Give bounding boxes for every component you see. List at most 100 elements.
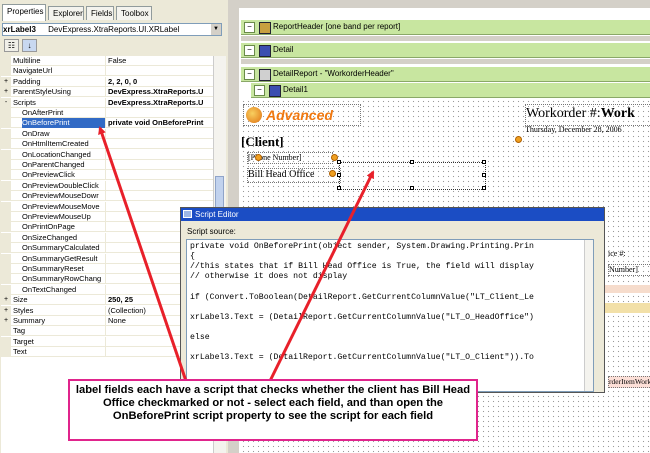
property-name: OnTextChanged bbox=[22, 284, 77, 294]
property-value[interactable] bbox=[105, 160, 213, 170]
expand-icon[interactable]: + bbox=[1, 305, 11, 316]
report-header-band[interactable]: − ReportHeader [one band per report] bbox=[241, 20, 650, 35]
code-line: //this states that if Bill Head Office i… bbox=[190, 262, 534, 272]
resize-handle[interactable] bbox=[482, 186, 486, 190]
property-name: Styles bbox=[13, 305, 34, 315]
property-value[interactable] bbox=[105, 149, 213, 160]
collapse-icon[interactable]: − bbox=[254, 85, 265, 96]
script-orb-icon bbox=[329, 170, 336, 177]
tab-explorer[interactable]: Explorer bbox=[48, 6, 84, 20]
categorized-icon[interactable]: ☷ bbox=[4, 39, 19, 52]
property-row-onbeforeprint[interactable]: OnBeforePrint private void OnBeforePrint bbox=[1, 118, 213, 129]
tab-toolbox[interactable]: Toolbox bbox=[116, 6, 152, 20]
property-name: Target bbox=[13, 336, 34, 346]
property-value[interactable]: DevExpress.XtraReports.U bbox=[105, 97, 213, 108]
property-row-parentstyleusing[interactable]: + ParentStyleUsing DevExpress.XtraReports.… bbox=[1, 87, 213, 98]
expand-icon[interactable]: + bbox=[1, 76, 11, 87]
resize-handle[interactable] bbox=[410, 160, 414, 164]
expand-icon[interactable]: + bbox=[1, 316, 11, 326]
dropdown-arrow-icon[interactable]: ▼ bbox=[211, 24, 221, 35]
resize-handle[interactable] bbox=[482, 173, 486, 177]
property-row-scripts[interactable]: - Scripts DevExpress.XtraReports.U bbox=[1, 97, 213, 108]
tab-fields[interactable]: Fields bbox=[86, 6, 114, 20]
expand-icon[interactable]: + bbox=[1, 295, 11, 306]
script-editor-title: Script Editor bbox=[195, 210, 239, 219]
property-row-ondraw[interactable]: OnDraw bbox=[1, 128, 213, 139]
detail-report-band[interactable]: − DetailReport - "WorkorderHeader" bbox=[241, 67, 650, 82]
property-row-padding[interactable]: + Padding 2, 2, 0, 0 bbox=[1, 76, 213, 87]
property-name: OnSizeChanged bbox=[22, 232, 78, 242]
logo-field[interactable]: Advanced bbox=[243, 104, 361, 126]
code-line: xrLabel3.Text = (DetailReport.GetCurrent… bbox=[190, 353, 534, 363]
row-gutter bbox=[1, 284, 11, 295]
property-name: Tag bbox=[13, 326, 26, 336]
property-name: OnPrintOnPage bbox=[22, 222, 75, 232]
row-gutter bbox=[1, 253, 11, 264]
property-value[interactable] bbox=[105, 128, 213, 139]
script-source-editor[interactable]: private void OnBeforePrint(object sender… bbox=[186, 239, 594, 392]
property-value[interactable]: 2, 2, 0, 0 bbox=[105, 76, 213, 87]
tab-properties[interactable]: Properties bbox=[2, 4, 46, 21]
property-row-onhtmlitemcreated[interactable]: OnHtmlItemCreated bbox=[1, 139, 213, 150]
property-row-navigateurl[interactable]: NavigateUrl bbox=[1, 66, 213, 77]
band-icon bbox=[269, 85, 281, 97]
resize-handle[interactable] bbox=[482, 160, 486, 164]
property-value[interactable] bbox=[105, 180, 213, 191]
date-field[interactable]: Thursday, December 28, 2006 bbox=[525, 125, 650, 136]
property-value[interactable] bbox=[105, 139, 213, 150]
property-row-onafterprint[interactable]: OnAfterPrint bbox=[1, 108, 213, 118]
property-row-onpreviewdoubleclick[interactable]: OnPreviewDoubleClick bbox=[1, 180, 213, 191]
property-name: OnPreviewMouseDowr bbox=[22, 191, 99, 201]
property-row-onpreviewmousedowr[interactable]: OnPreviewMouseDowr bbox=[1, 191, 213, 202]
collapse-icon[interactable]: - bbox=[1, 97, 11, 108]
collapse-icon[interactable]: − bbox=[244, 45, 255, 56]
bill-head-office-field[interactable]: Bill Head Office bbox=[247, 168, 341, 183]
property-value[interactable] bbox=[105, 108, 213, 118]
detail-band[interactable]: − Detail bbox=[241, 43, 650, 58]
property-name: Summary bbox=[13, 316, 46, 325]
collapse-icon[interactable]: − bbox=[244, 22, 255, 33]
property-value[interactable]: False bbox=[105, 56, 213, 66]
resize-handle[interactable] bbox=[337, 186, 341, 190]
invoice-number-fragment[interactable]: Number] bbox=[608, 264, 650, 276]
property-name: OnBeforePrint bbox=[22, 118, 105, 129]
code-line: else bbox=[190, 332, 210, 342]
resize-handle[interactable] bbox=[337, 173, 341, 177]
row-gutter bbox=[1, 232, 11, 243]
property-value[interactable] bbox=[105, 66, 213, 77]
row-gutter bbox=[1, 170, 11, 181]
row-gutter bbox=[1, 56, 11, 66]
property-value[interactable]: private void OnBeforePrint bbox=[105, 118, 213, 129]
row-gutter bbox=[1, 191, 11, 202]
collapse-icon[interactable]: − bbox=[244, 69, 255, 80]
workorder-label[interactable]: Workorder #:Work bbox=[525, 104, 650, 126]
band-label: Detail1 bbox=[283, 85, 308, 94]
script-editor-dialog: Script Editor Script source: private voi… bbox=[180, 207, 605, 393]
property-value[interactable] bbox=[105, 170, 213, 181]
property-name: OnAfterPrint bbox=[22, 108, 64, 117]
property-value[interactable] bbox=[105, 191, 213, 202]
client-field[interactable]: [Client] bbox=[241, 134, 331, 150]
row-gutter bbox=[1, 66, 11, 77]
property-row-onlocationchanged[interactable]: OnLocationChanged bbox=[1, 149, 213, 160]
object-selector[interactable]: xrLabel3 DevExpress.XtraReports.UI.XRLab… bbox=[2, 23, 222, 36]
workorder-item-fragment[interactable]: rderItemWork bbox=[608, 376, 650, 388]
property-name: OnSummaryGetResult bbox=[22, 253, 98, 263]
editor-scrollbar[interactable] bbox=[584, 240, 593, 391]
property-row-multiline[interactable]: Multiline False bbox=[1, 56, 213, 66]
property-name: OnSummaryRowChang bbox=[22, 274, 102, 284]
resize-handle[interactable] bbox=[410, 186, 414, 190]
property-value[interactable]: DevExpress.XtraReports.U bbox=[105, 87, 213, 98]
band-fragment bbox=[605, 285, 650, 293]
property-row-onparentchanged[interactable]: OnParentChanged bbox=[1, 160, 213, 170]
resize-handle[interactable] bbox=[337, 160, 341, 164]
code-line: private void OnBeforePrint(object sender… bbox=[190, 242, 534, 251]
alphabetical-icon[interactable]: ↓ bbox=[22, 39, 37, 52]
property-row-onpreviewclick[interactable]: OnPreviewClick bbox=[1, 170, 213, 181]
code-line: xrLabel3.Text = (DetailReport.GetCurrent… bbox=[190, 312, 534, 322]
detail1-band[interactable]: − Detail1 bbox=[251, 83, 650, 98]
invoice-label-fragment[interactable]: ice #: bbox=[608, 249, 650, 259]
script-orb-icon bbox=[255, 154, 262, 161]
expand-icon[interactable]: + bbox=[1, 87, 11, 98]
script-editor-title-bar[interactable]: Script Editor bbox=[181, 208, 604, 221]
